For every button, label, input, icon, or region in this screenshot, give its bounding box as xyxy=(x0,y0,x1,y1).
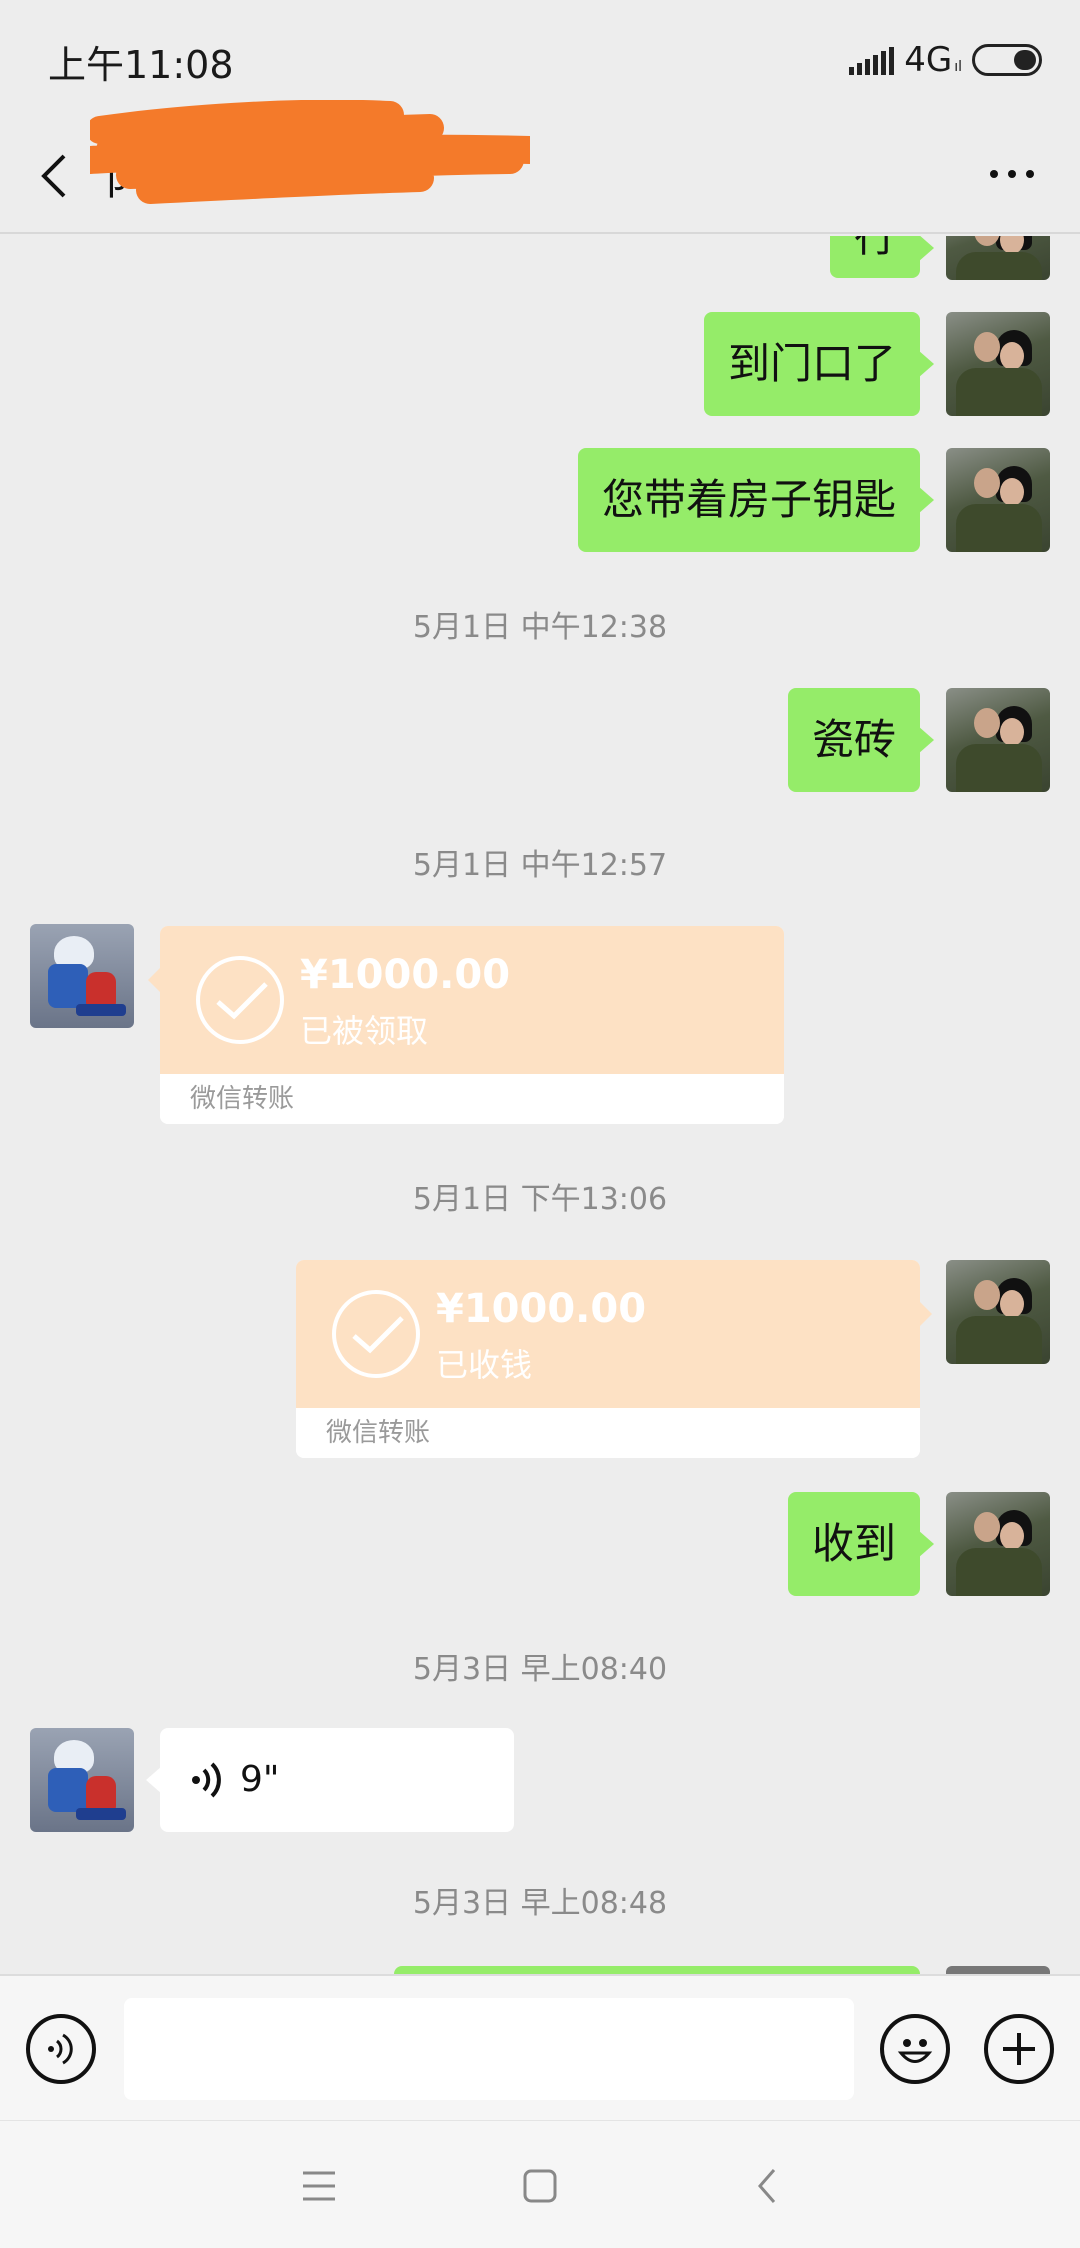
input-bar xyxy=(0,1974,1080,2120)
timestamp: 5月1日 中午12:57 xyxy=(412,848,668,883)
menu-icon[interactable] xyxy=(294,2161,344,2211)
message-bubble[interactable]: 您带着房子钥匙 xyxy=(577,448,935,552)
transfer-card-body: ¥1000.00 已收钱 xyxy=(296,1260,920,1408)
status-bar: 上午11:08 4G ıl xyxy=(0,0,1080,118)
self-avatar[interactable] xyxy=(946,236,1050,280)
network-type: 4G xyxy=(904,40,953,80)
back-icon[interactable] xyxy=(742,2161,792,2211)
message-bubble[interactable]: 到门口了 xyxy=(703,312,935,416)
message-text: 您带着房子钥匙 xyxy=(601,474,896,524)
message-bubble[interactable]: 瓷砖 xyxy=(787,688,935,792)
network-activity: ıl xyxy=(954,59,962,75)
home-icon[interactable] xyxy=(515,2161,565,2211)
timestamp: 5月3日 早上08:48 xyxy=(412,1886,668,1921)
message-text: 行 xyxy=(853,236,896,261)
self-avatar[interactable] xyxy=(946,1260,1050,1364)
transfer-label: 微信转账 xyxy=(296,1408,920,1458)
message-bubble[interactable]: 行 xyxy=(829,236,935,278)
battery-icon xyxy=(972,44,1042,76)
transfer-card-received[interactable]: ¥1000.00 已被领取 微信转账 xyxy=(148,926,784,1124)
self-avatar[interactable] xyxy=(946,448,1050,552)
status-indicators: 4G ıl xyxy=(849,40,1042,80)
message-bubble-partial[interactable] xyxy=(394,1966,920,1974)
voice-duration: 9" xyxy=(240,1759,280,1801)
transfer-amount: ¥1000.00 xyxy=(436,1286,647,1332)
transfer-card-body: ¥1000.00 已被领取 xyxy=(160,926,784,1074)
signal-icon xyxy=(849,45,895,75)
voice-wave-icon xyxy=(190,1760,226,1800)
system-navigation xyxy=(0,2120,1080,2248)
transfer-card-sent[interactable]: ¥1000.00 已收钱 微信转账 xyxy=(296,1260,932,1458)
contact-avatar[interactable] xyxy=(30,924,134,1028)
voice-icon[interactable] xyxy=(26,2014,96,2084)
emoji-icon[interactable] xyxy=(880,2014,950,2084)
self-avatar[interactable] xyxy=(946,688,1050,792)
transfer-amount: ¥1000.00 xyxy=(300,952,511,998)
message-bubble[interactable]: 收到 xyxy=(787,1492,935,1596)
voice-message-bubble[interactable]: 9" xyxy=(146,1728,514,1832)
message-text: 到门口了 xyxy=(727,338,896,388)
self-avatar[interactable] xyxy=(946,1492,1050,1596)
timestamp: 5月3日 早上08:40 xyxy=(412,1652,668,1687)
check-circle-icon xyxy=(332,1290,420,1378)
timestamp: 5月1日 下午13:06 xyxy=(412,1182,668,1217)
plus-icon[interactable] xyxy=(984,2014,1054,2084)
more-horizontal-icon[interactable] xyxy=(990,170,1034,178)
self-avatar[interactable] xyxy=(946,312,1050,416)
chat-title: 阝 界 xyxy=(105,158,198,204)
chat-header: 阝 界 xyxy=(0,118,1080,234)
transfer-status: 已收钱 xyxy=(436,1346,533,1384)
message-text: 瓷砖 xyxy=(811,714,896,764)
timestamp: 5月1日 中午12:38 xyxy=(412,610,668,645)
contact-avatar[interactable] xyxy=(30,1728,134,1832)
chevron-left-icon[interactable] xyxy=(30,146,86,206)
message-text: 收到 xyxy=(811,1518,896,1568)
transfer-label: 微信转账 xyxy=(160,1074,784,1124)
chat-scroll-area[interactable]: 行 到门口了 您带着房子钥匙 5月1日 中午12:38 瓷砖 5月1日 中午12… xyxy=(0,236,1080,1974)
transfer-status: 已被领取 xyxy=(300,1012,429,1050)
self-avatar[interactable] xyxy=(946,1966,1050,1974)
message-input[interactable] xyxy=(124,1998,854,2100)
check-circle-icon xyxy=(196,956,284,1044)
status-time: 上午11:08 xyxy=(48,43,234,87)
